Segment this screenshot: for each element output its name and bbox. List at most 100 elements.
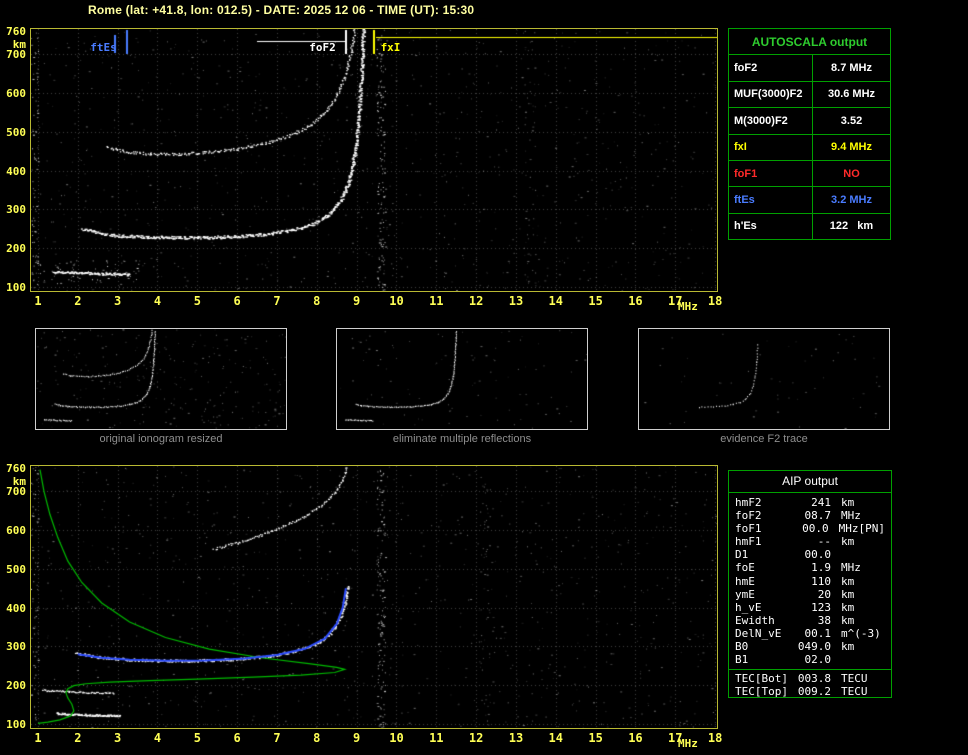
aip-row-value: 08.7: [804, 509, 832, 523]
top-plot-ytick: 100: [6, 281, 26, 295]
autoscala-row-foF1: foF1 NO: [729, 159, 890, 187]
aip-row-note: [PN]: [858, 522, 886, 536]
autoscala-row-value: 3.52: [840, 114, 863, 127]
marker-label-fxI: fxI: [380, 41, 401, 54]
bottom-plot-ytick: 760: [6, 462, 26, 475]
aip-row-B0: B0 049.0 km: [729, 640, 891, 653]
top-plot-xtick: 13: [508, 294, 524, 308]
bottom-plot-ytick: 200: [6, 679, 26, 693]
aip-row-B1: B1 02.0: [729, 653, 891, 666]
panel-caption-evidence: evidence F2 trace: [720, 433, 808, 445]
top-plot-xtick: 4: [153, 294, 162, 308]
top-ionogram-plot: ftEs foF2 fxI: [30, 28, 718, 292]
top-plot-xtick: 18: [707, 294, 723, 308]
autoscala-row-value: 8.7 MHz: [831, 62, 872, 75]
aip-row-label: hmF1: [735, 535, 762, 549]
autoscala-row-value: 30.6 MHz: [827, 88, 876, 101]
aip-row-ymE: ymE 20 km: [729, 588, 891, 601]
aip-row-label: DelN_vE: [735, 626, 782, 640]
aip-row-DelN_vE: DelN_vE 00.1 m^(-3): [729, 627, 891, 640]
bottom-plot-ytick: 400: [6, 601, 26, 615]
aip-row-unit: km: [841, 574, 855, 588]
aip-output-table: AIP output hmF2 241 km foF2 08.7 MHz foF1 00.0 M…: [728, 470, 892, 698]
aip-row-unit: km: [841, 613, 855, 627]
aip-row-unit: km: [841, 587, 855, 601]
autoscala-row-h'Es: h'Es 122 km: [729, 212, 890, 239]
bottom-ionogram-canvas: [31, 466, 717, 728]
bottom-plot-xtick: 5: [193, 731, 201, 745]
bottom-plot-xtick: 14: [548, 731, 563, 745]
aip-row-label: foF1: [735, 522, 762, 536]
autoscala-row-value: 9.4 MHz: [831, 141, 872, 154]
top-plot-xtick: 7: [273, 294, 281, 308]
aip-row-D1: D1 00.0: [729, 548, 891, 561]
bottom-plot-xtick: 7: [273, 731, 281, 745]
top-plot-xtick: 5: [193, 294, 201, 308]
top-plot-xtick: 3: [114, 294, 122, 308]
top-plot-ytick: 400: [6, 164, 26, 178]
top-plot-xtick: 6: [233, 294, 241, 308]
autoscala-row-value: 122 km: [829, 220, 874, 233]
aip-row-foF1: foF1 00.0 MHz [PN]: [729, 522, 891, 535]
bottom-plot-xtick: 11: [429, 731, 444, 745]
aip-row-unit: km: [841, 600, 855, 614]
top-plot-ytick: 600: [6, 87, 26, 101]
bottom-plot-xtick: 3: [114, 731, 122, 745]
evidence-f2-canvas: [639, 329, 889, 429]
bottom-plot-xtick: 2: [74, 731, 82, 745]
bottom-plot-xtick: 13: [508, 731, 524, 745]
aip-row-label: TEC[Top]: [735, 685, 788, 699]
bottom-plot-ytick: 300: [6, 640, 26, 654]
aip-row-foF2: foF2 08.7 MHz: [729, 509, 891, 522]
autoscala-row-label: MUF(3000)F2: [729, 81, 813, 108]
aip-row-label: TEC[Bot]: [735, 672, 788, 686]
original-ionogram-canvas: [36, 329, 286, 429]
panel-original-ionogram: [35, 328, 287, 430]
marker-label-ftEs: ftEs: [90, 41, 117, 54]
autoscala-row-ftEs: ftEs 3.2 MHz: [729, 186, 890, 213]
aip-row-hmF1: hmF1 -- km: [729, 535, 891, 548]
bottom-plot-ytick: 600: [6, 524, 26, 538]
aip-row-value: 110: [811, 574, 831, 588]
aip-row-value: 009.2: [797, 685, 831, 699]
aip-tec-rows: TEC[Bot] 003.8 TECU TEC[Top] 009.2 TECU: [729, 672, 891, 698]
aip-row-value: 00.1: [804, 626, 832, 640]
aip-row-unit: MHz: [838, 522, 859, 536]
aip-row-value: 123: [811, 600, 831, 614]
top-plot-xunit: MHz: [678, 300, 698, 313]
autoscala-row-fxI: fxI 9.4 MHz: [729, 133, 890, 160]
autoscala-row-M(3000)F2: M(3000)F2 3.52: [729, 107, 890, 134]
panel-evidence-f2-trace: [638, 328, 890, 430]
top-plot-ytick: 700: [6, 48, 26, 62]
bottom-plot-xunit: MHz: [678, 737, 698, 750]
autoscala-row-value: NO: [843, 167, 860, 180]
aip-row-unit: MHz: [841, 561, 861, 575]
top-plot-xtick: 9: [353, 294, 361, 308]
autoscala-row-value: 3.2 MHz: [831, 193, 872, 206]
bottom-plot-xtick: 4: [153, 731, 162, 745]
bottom-ionogram-plot: [30, 465, 718, 729]
bottom-plot-xtick: 10: [389, 731, 404, 745]
aip-row-unit: MHz: [841, 509, 861, 523]
aip-row-value: 38: [817, 613, 831, 627]
autoscala-row-MUF(3000)F2: MUF(3000)F2 30.6 MHz: [729, 80, 890, 108]
top-plot-ytick: 760: [6, 25, 26, 38]
aip-row-foE: foE 1.9 MHz: [729, 561, 891, 574]
autoscala-row-foF2: foF2 8.7 MHz: [729, 54, 890, 81]
bottom-plot-xtick: 18: [707, 731, 723, 745]
bottom-plot-xtick: 12: [468, 731, 484, 745]
aip-row-unit: km: [841, 496, 855, 509]
aip-row-hmE: hmE 110 km: [729, 575, 891, 588]
top-plot-xtick: 16: [628, 294, 643, 308]
aip-row-TEC[Bot]: TEC[Bot] 003.8 TECU: [729, 672, 891, 685]
aip-row-unit: km: [841, 535, 855, 549]
aip-row-label: D1: [735, 548, 749, 562]
aip-row-label: B1: [735, 653, 749, 667]
aip-row-value: 003.8: [797, 672, 831, 686]
aip-row-Ewidth: Ewidth 38 km: [729, 614, 891, 627]
aip-row-hmF2: hmF2 241 km: [729, 496, 891, 509]
aip-row-unit: km: [841, 640, 855, 654]
bottom-plot-xtick: 15: [588, 731, 603, 745]
panel-eliminate-multiple-reflections: [336, 328, 588, 430]
eliminate-reflections-canvas: [337, 329, 587, 429]
